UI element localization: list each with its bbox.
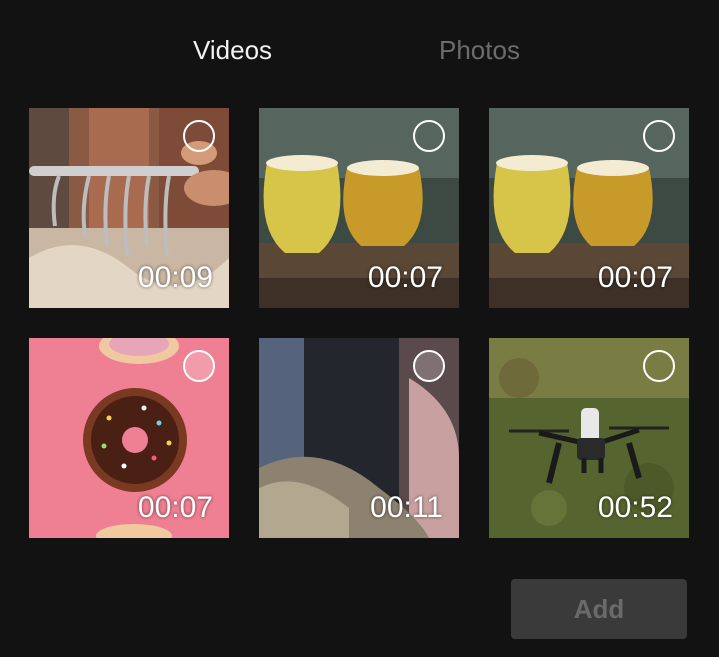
tab-videos[interactable]: Videos [193,30,272,70]
video-tile[interactable]: 00:07 [489,108,689,308]
media-type-tabs: Videos Photos [0,30,719,70]
select-checkbox[interactable] [643,350,675,382]
video-duration: 00:09 [137,261,213,294]
tab-photos[interactable]: Photos [439,30,520,70]
video-duration: 00:52 [597,491,673,524]
video-tile[interactable]: 00:09 [29,108,229,308]
video-tile[interactable]: 00:07 [259,108,459,308]
video-tile[interactable]: 00:52 [489,338,689,538]
video-duration: 00:07 [367,261,443,294]
select-checkbox[interactable] [183,350,215,382]
video-duration: 00:07 [137,491,213,524]
add-button[interactable]: Add [511,579,687,639]
select-checkbox[interactable] [413,120,445,152]
video-duration: 00:07 [597,261,673,294]
video-tile[interactable]: 00:11 [259,338,459,538]
video-duration: 00:11 [370,491,443,524]
select-checkbox[interactable] [413,350,445,382]
media-picker: Videos Photos 00:09 00:07 00:07 00:07 00… [0,0,719,657]
select-checkbox[interactable] [183,120,215,152]
media-grid: 00:09 00:07 00:07 00:07 00:11 00:52 [29,108,689,538]
video-tile[interactable]: 00:07 [29,338,229,538]
select-checkbox[interactable] [643,120,675,152]
